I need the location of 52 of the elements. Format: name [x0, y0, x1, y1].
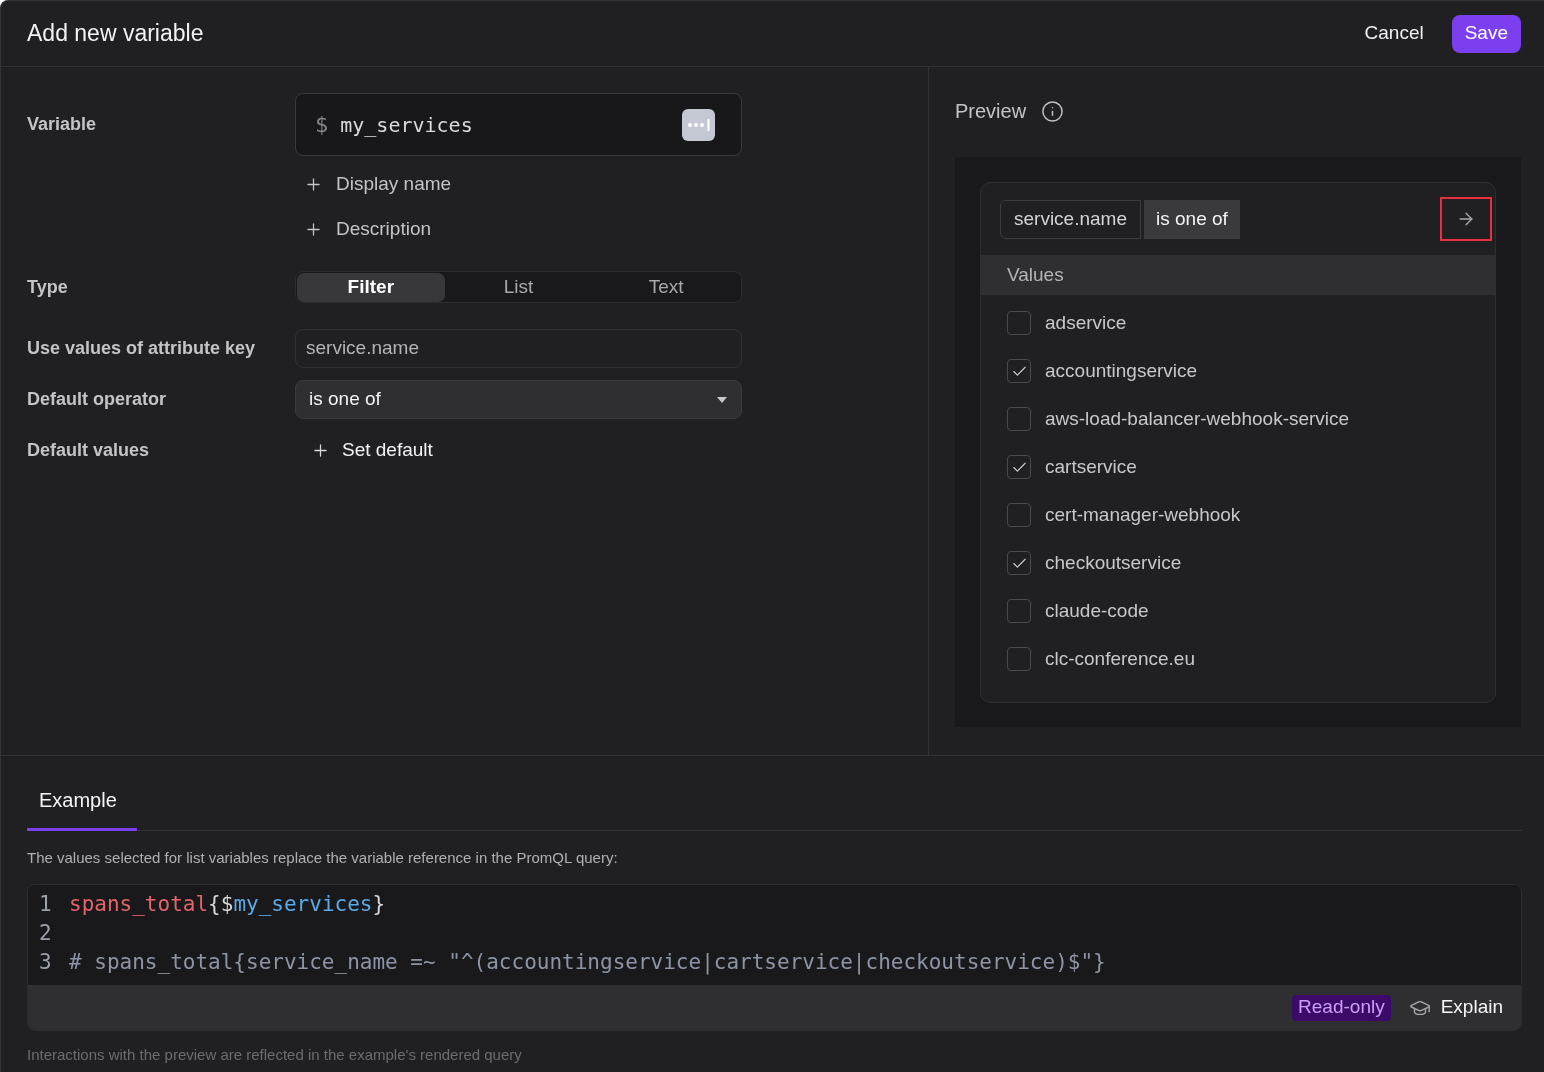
- type-tab[interactable]: Text: [592, 273, 740, 302]
- values-header: Values: [1007, 262, 1064, 287]
- example-tab[interactable]: Example: [27, 771, 137, 831]
- value-label[interactable]: adservice: [1045, 308, 1127, 338]
- type-tab[interactable]: Filter: [297, 273, 445, 302]
- field-label: Default operator: [27, 389, 167, 409]
- checkbox[interactable]: [1007, 311, 1031, 335]
- filter-operator-chip[interactable]: is one of: [1144, 199, 1240, 239]
- preview-title: Preview: [955, 99, 1027, 124]
- dollar-prefix: $: [315, 111, 329, 139]
- add-field-button[interactable]: Description: [295, 214, 436, 244]
- field-label: Use values of attribute key: [27, 338, 256, 358]
- dots-icon[interactable]: [682, 108, 715, 141]
- line-number: 1: [38, 890, 53, 918]
- checkbox[interactable]: [1007, 551, 1031, 575]
- read-only-badge: Read-only: [1292, 994, 1391, 1021]
- save-button[interactable]: Save: [1451, 14, 1521, 53]
- variable-field[interactable]: $ my_services: [295, 93, 742, 156]
- line-number: 3: [38, 948, 53, 976]
- apply-button[interactable]: [1440, 197, 1492, 241]
- dialog-title: Add new variable: [27, 19, 204, 49]
- field-label: Variable: [27, 114, 97, 134]
- line-number: 2: [38, 919, 53, 947]
- code-line: # spans_total{service_name =~ "^(accountingservice|cartservice|checkoutservice)$"}: [69, 948, 1106, 977]
- value-label[interactable]: aws-load-balancer-webhook-service: [1045, 404, 1350, 434]
- field-label: Default values: [27, 439, 150, 460]
- code-line: spans_total{$my_services}: [69, 890, 386, 918]
- preview-note: Interactions with the preview are reflected in the example's rendered query: [27, 1045, 523, 1065]
- type-tab[interactable]: List: [444, 273, 593, 302]
- field-label: Type: [27, 276, 68, 297]
- filter-key-chip[interactable]: service.name: [1000, 199, 1141, 239]
- set-default-button[interactable]: Set default: [295, 435, 437, 465]
- checkbox[interactable]: [1007, 359, 1031, 383]
- value-label[interactable]: accountingservice: [1045, 356, 1198, 386]
- cancel-button[interactable]: Cancel: [1352, 14, 1436, 53]
- info-icon[interactable]: [1041, 99, 1065, 123]
- example-description: The values selected for list variables replace the variable reference in the PromQL query:: [27, 848, 619, 868]
- checkbox[interactable]: [1007, 647, 1031, 671]
- value-label[interactable]: cartservice: [1045, 452, 1137, 482]
- value-label[interactable]: cert-manager-webhook: [1045, 500, 1241, 530]
- caret-down-icon: [717, 396, 727, 403]
- operator-select[interactable]: is one of: [295, 380, 742, 419]
- value-label[interactable]: claude-code: [1045, 596, 1149, 626]
- checkbox[interactable]: [1007, 407, 1031, 431]
- value-label[interactable]: checkoutservice: [1045, 548, 1182, 578]
- checkbox[interactable]: [1007, 503, 1031, 527]
- checkbox[interactable]: [1007, 455, 1031, 479]
- add-field-button[interactable]: Display name: [295, 169, 456, 199]
- attribute-key-field[interactable]: service.name: [295, 329, 742, 368]
- value-label[interactable]: clc-conference.eu: [1045, 644, 1195, 674]
- explain-button[interactable]: Explain: [1408, 993, 1503, 1022]
- checkbox[interactable]: [1007, 599, 1031, 623]
